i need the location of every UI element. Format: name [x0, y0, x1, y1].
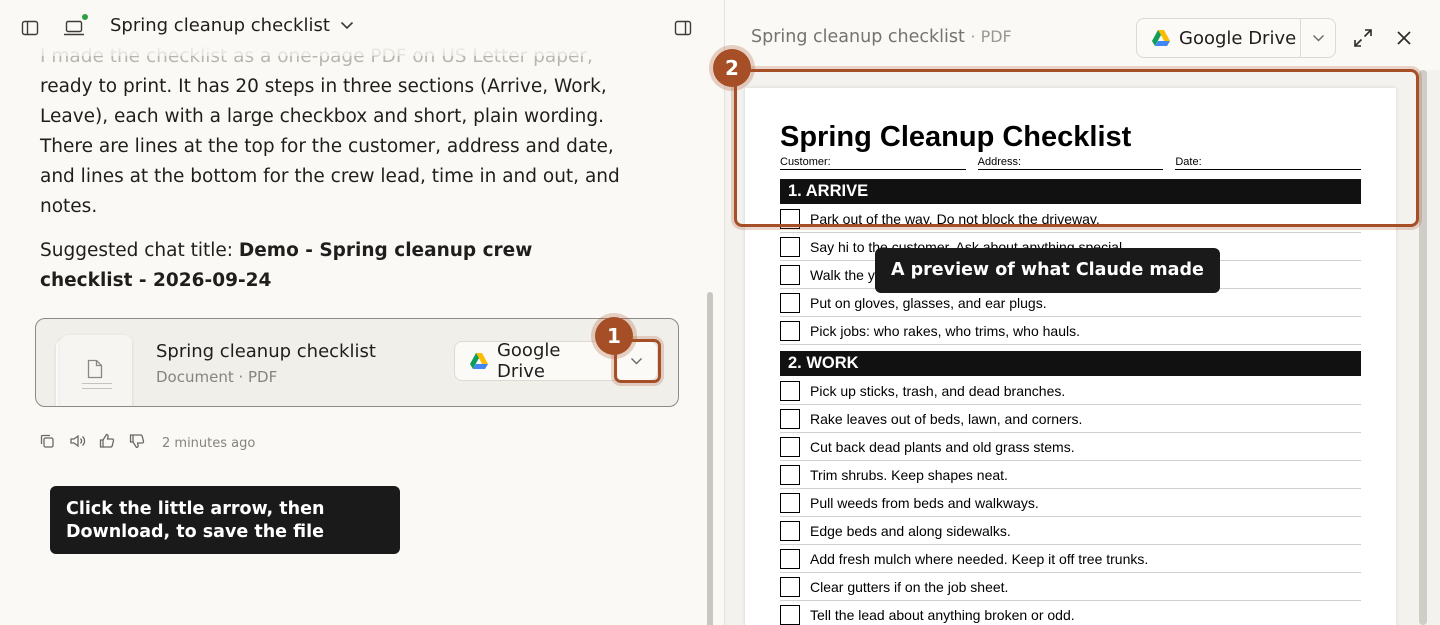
document-icon: [87, 359, 103, 379]
message-paragraph: ready to print. It has 20 steps in three…: [40, 76, 620, 217]
suggested-title: Suggested chat title: Demo - Spring clea…: [40, 236, 630, 296]
chat-scrollbar[interactable]: [707, 292, 713, 625]
checklist-item: Trim shrubs. Keep shapes neat.: [780, 461, 1361, 489]
suggested-title-prefix: Suggested chat title:: [40, 240, 239, 261]
checklist-item-text: Trim shrubs. Keep shapes neat.: [810, 466, 1008, 483]
checkbox: [780, 380, 800, 401]
checklist-item: Put on gloves, glasses, and ear plugs.: [780, 289, 1361, 317]
checkbox: [780, 436, 800, 457]
file-card[interactable]: Spring cleanup checklist Document · PDF …: [35, 318, 679, 407]
checklist-item-text: Tell the lead about anything broken or o…: [810, 606, 1075, 623]
conversation-title: Spring cleanup checklist: [110, 15, 330, 36]
checklist-item-text: Cut back dead plants and old grass stems…: [810, 438, 1075, 455]
message-actions: 2 minutes ago: [38, 432, 255, 454]
checkbox: [780, 408, 800, 429]
assistant-message: I made the checklist as a one-page PDF o…: [40, 42, 630, 310]
preview-drive-label: Google Drive: [1179, 27, 1297, 49]
preview-file-type: · PDF: [970, 27, 1012, 46]
checklist-item: Edge beds and along sidewalks.: [780, 517, 1361, 545]
checklist-item: Pull weeds from beds and walkways.: [780, 489, 1361, 517]
checkbox: [780, 464, 800, 485]
thumbs-down-icon[interactable]: [128, 432, 146, 454]
sidebar-toggle-icon[interactable]: [18, 16, 42, 40]
chat-pane: Spring cleanup checklist I made the chec…: [0, 0, 724, 625]
pdf-section-items: Pick up sticks, trash, and dead branches…: [780, 377, 1361, 625]
checklist-item-text: Pull weeds from beds and walkways.: [810, 494, 1039, 511]
preview-download-dropdown[interactable]: [1301, 19, 1335, 57]
conversation-title-button[interactable]: Spring cleanup checklist: [110, 15, 354, 36]
file-name: Spring cleanup checklist: [156, 341, 376, 362]
checklist-item-text: Rake leaves out of beds, lawn, and corne…: [810, 410, 1083, 427]
chevron-down-icon: [1312, 35, 1324, 42]
pdf-section-heading: 2. WORK: [780, 351, 1361, 376]
chevron-down-icon: [340, 21, 353, 30]
google-drive-icon: [1152, 30, 1170, 46]
google-drive-icon: [469, 353, 488, 369]
thumbs-up-icon[interactable]: [98, 432, 116, 454]
message-timestamp: 2 minutes ago: [162, 435, 256, 451]
speaker-icon[interactable]: [68, 432, 86, 454]
checklist-item: Tell the lead about anything broken or o…: [780, 601, 1361, 625]
preview-header: Spring cleanup checklist · PDF Google Dr…: [725, 0, 1440, 70]
close-icon[interactable]: [1392, 26, 1416, 50]
file-meta: Document · PDF: [156, 368, 278, 386]
expand-icon[interactable]: [1351, 26, 1375, 50]
preview-scrollbar[interactable]: [1419, 70, 1427, 625]
preview-highlight-frame: [734, 69, 1419, 227]
preview-save-to-drive-button[interactable]: Google Drive: [1137, 19, 1301, 57]
checklist-item: Pick up sticks, trash, and dead branches…: [780, 377, 1361, 405]
preview-drive-split-button: Google Drive: [1136, 18, 1336, 58]
chat-header: Spring cleanup checklist: [0, 0, 724, 56]
preview-title: Spring cleanup checklist · PDF: [751, 27, 1012, 47]
checklist-item: Rake leaves out of beds, lawn, and corne…: [780, 405, 1361, 433]
checkbox: [780, 576, 800, 597]
checklist-item-text: Put on gloves, glasses, and ear plugs.: [810, 294, 1047, 311]
drive-label: Google Drive: [496, 340, 561, 382]
checkbox: [780, 292, 800, 313]
laptop-icon[interactable]: [62, 13, 89, 40]
online-status-dot: [81, 13, 89, 21]
thumbnail-lines: [82, 383, 112, 393]
checklist-item-text: Pick up sticks, trash, and dead branches…: [810, 382, 1066, 399]
panel-toggle-icon[interactable]: [671, 16, 695, 40]
preview-hint-tooltip: A preview of what Claude made: [875, 248, 1220, 293]
checkbox: [780, 264, 800, 285]
checklist-item-text: Add fresh mulch where needed. Keep it of…: [810, 550, 1149, 567]
checkbox: [780, 320, 800, 341]
checklist-item: Clear gutters if on the job sheet.: [780, 573, 1361, 601]
save-to-google-drive-button[interactable]: Google Drive: [455, 340, 615, 382]
checklist-item-text: Pick jobs: who rakes, who trims, who hau…: [810, 322, 1080, 339]
preview-file-name: Spring cleanup checklist: [751, 27, 965, 47]
checkbox: [780, 236, 800, 257]
checklist-item: Cut back dead plants and old grass stems…: [780, 433, 1361, 461]
checkbox: [780, 548, 800, 569]
step-badge-2: 2: [713, 49, 751, 87]
file-thumbnail: [60, 335, 132, 406]
checkbox: [780, 520, 800, 541]
checklist-item: Add fresh mulch where needed. Keep it of…: [780, 545, 1361, 573]
step-badge-1: 1: [595, 317, 633, 355]
checklist-item-text: Clear gutters if on the job sheet.: [810, 578, 1009, 595]
checkbox: [780, 604, 800, 625]
download-hint-tooltip: Click the little arrow, then Download, t…: [50, 486, 400, 554]
checklist-item-text: Edge beds and along sidewalks.: [810, 522, 1011, 539]
checklist-item: Pick jobs: who rakes, who trims, who hau…: [780, 317, 1361, 345]
copy-icon[interactable]: [38, 432, 56, 454]
checkbox: [780, 492, 800, 513]
